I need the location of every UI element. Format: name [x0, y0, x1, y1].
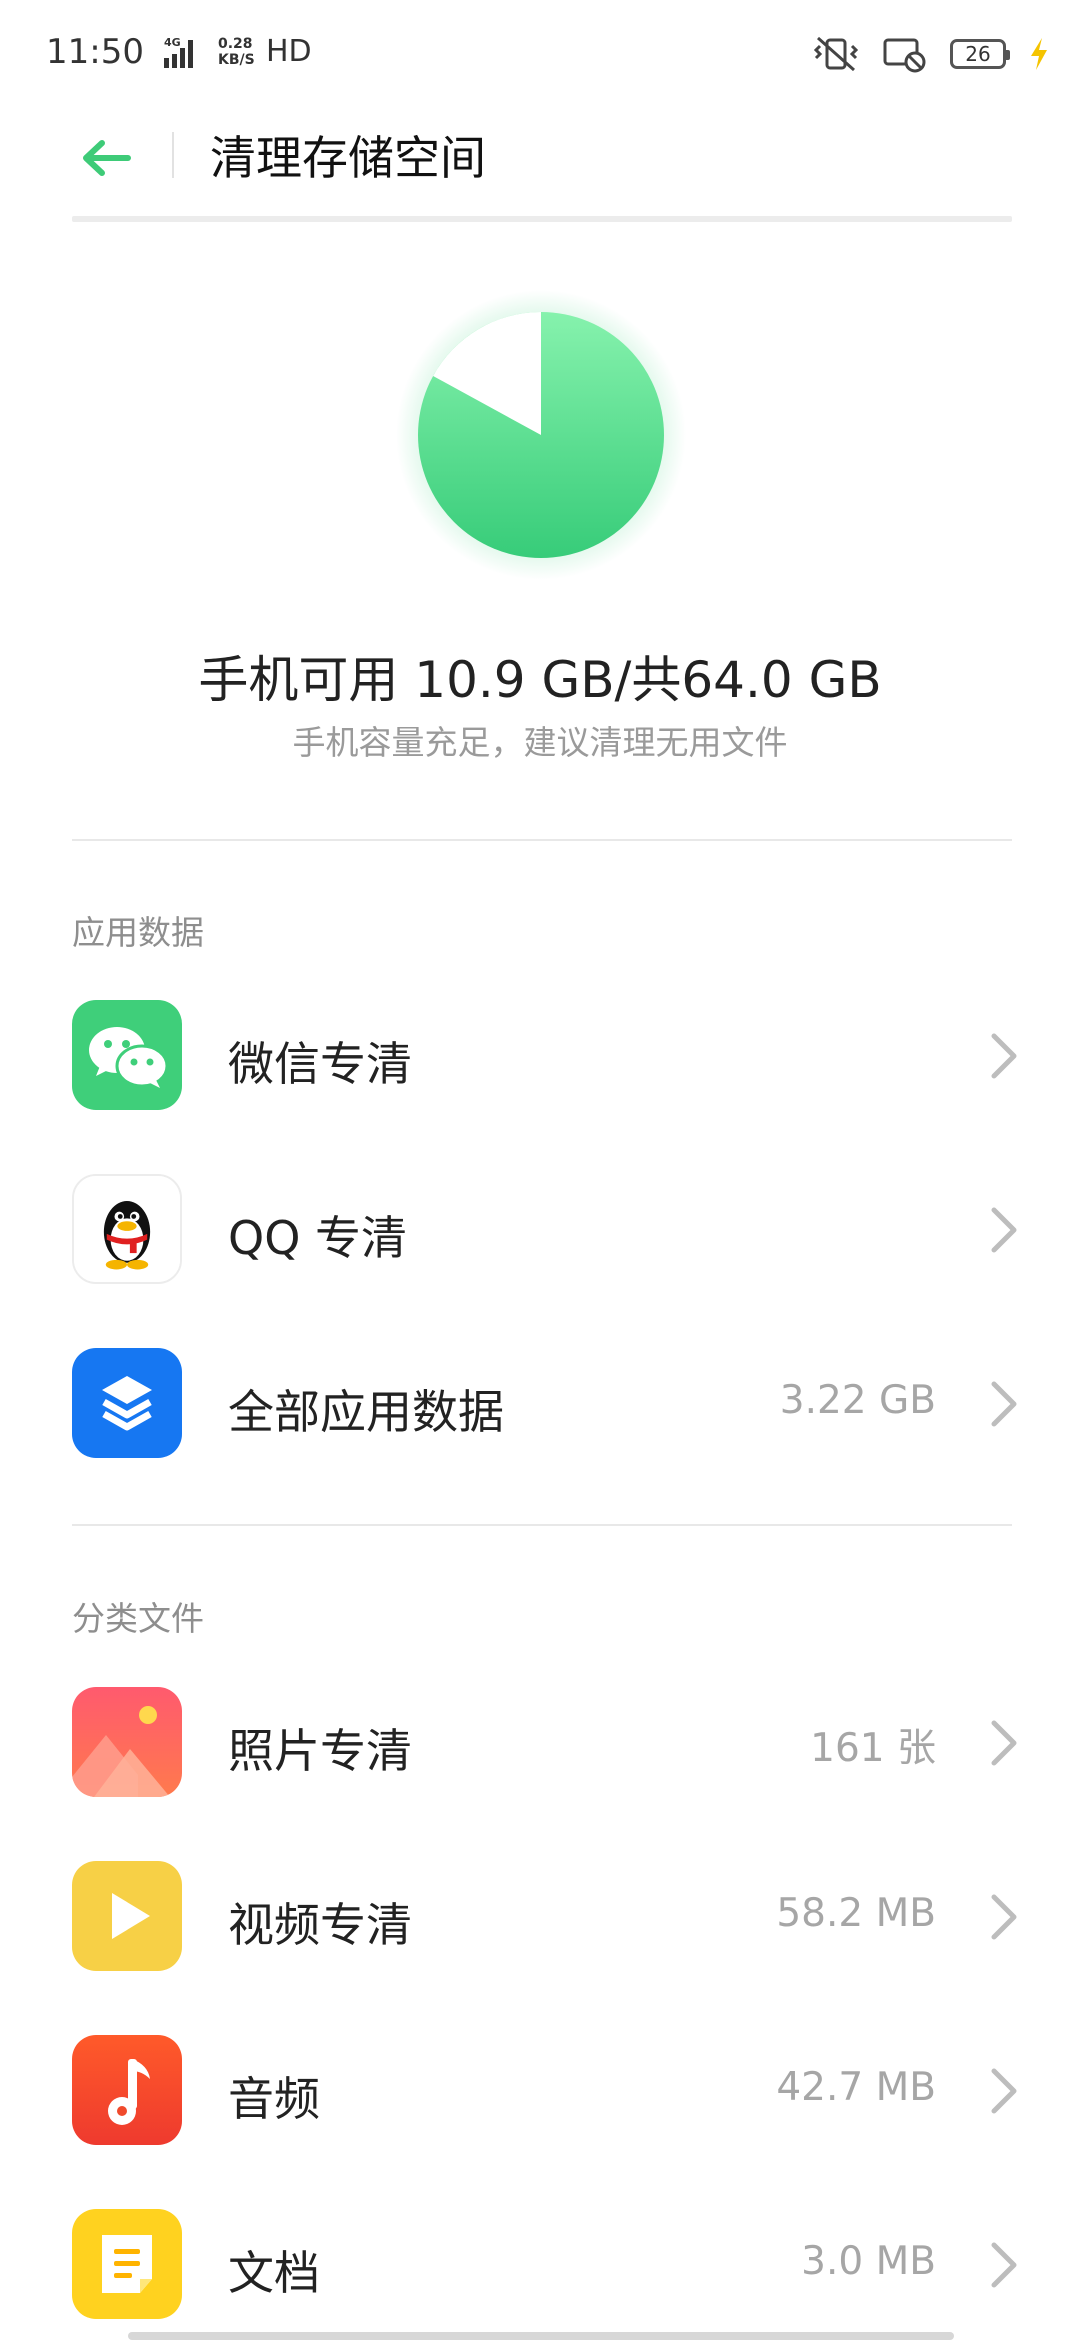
list-item-label: 视频专清 [228, 1898, 412, 1952]
list-item-label: 微信专清 [228, 1037, 412, 1091]
status-bar: 11:50 4G 0.28 KB/S HD 26 [0, 0, 1080, 108]
list-item-audio[interactable]: 音频 42.7 MB [0, 2015, 1080, 2165]
list-item-value: 161 张 [810, 1726, 936, 1771]
photos-icon [72, 1687, 182, 1797]
wechat-icon [72, 1000, 182, 1110]
list-item-label: 文档 [228, 2246, 320, 2300]
list-item-all-app-data[interactable]: 全部应用数据 3.22 GB [0, 1328, 1080, 1478]
section-divider [72, 1524, 1012, 1526]
section-divider [72, 839, 1012, 841]
qq-icon [72, 1174, 182, 1284]
gesture-bar [128, 2332, 954, 2340]
audio-icon [72, 2035, 182, 2145]
list-item-wechat[interactable]: 微信专清 [0, 980, 1080, 1130]
storage-summary: 手机可用 10.9 GB/共64.0 GB [198, 651, 882, 709]
battery-icon: 26 [950, 39, 1010, 69]
status-icons: 26 [812, 32, 1050, 76]
list-item-label: 照片专清 [228, 1724, 412, 1778]
hd-label: HD [266, 34, 312, 69]
list-item-label: 全部应用数据 [228, 1385, 504, 1439]
chevron-right-icon [991, 2242, 1017, 2288]
app-data-icon [72, 1348, 182, 1458]
chevron-right-icon [991, 2068, 1017, 2114]
no-cast-icon [883, 38, 926, 73]
battery-level: 26 [965, 42, 991, 66]
list-item-qq[interactable]: QQ 专清 [0, 1154, 1080, 1304]
network-speed-unit: KB/S [218, 52, 255, 68]
video-icon [72, 1861, 182, 1971]
chevron-right-icon [991, 1207, 1017, 1253]
header-underline [72, 216, 1012, 222]
chevron-right-icon [991, 1381, 1017, 1427]
app-header: 清理存储空间 [0, 108, 1080, 218]
chevron-right-icon [991, 1033, 1017, 1079]
storage-pie-svg [396, 290, 686, 580]
list-item-label: 音频 [228, 2072, 320, 2126]
storage-pie-chart [396, 290, 686, 580]
list-item-label: QQ 专清 [228, 1211, 408, 1265]
list-item-value: 58.2 MB [776, 1891, 936, 1936]
list-item-value: 3.0 MB [801, 2239, 936, 2284]
storage-hint: 手机容量充足，建议清理无用文件 [292, 723, 788, 762]
status-time: 11:50 [46, 32, 144, 72]
list-item-documents[interactable]: 文档 3.0 MB [0, 2189, 1080, 2339]
charging-icon [1031, 38, 1047, 70]
back-button[interactable] [76, 128, 136, 188]
signal-icon: 4G [164, 36, 193, 68]
vibrate-icon [813, 36, 859, 72]
list-item-videos[interactable]: 视频专清 58.2 MB [0, 1841, 1080, 1991]
section-title-app-data: 应用数据 [72, 913, 204, 952]
list-item-value: 3.22 GB [779, 1378, 936, 1423]
back-arrow-icon [83, 140, 131, 176]
document-icon [72, 2209, 182, 2319]
network-speed: 0.28 KB/S [218, 36, 272, 68]
list-item-value: 42.7 MB [776, 2065, 936, 2110]
chevron-right-icon [991, 1720, 1017, 1766]
section-title-categories: 分类文件 [72, 1599, 204, 1638]
page-title: 清理存储空间 [210, 131, 486, 185]
header-divider [172, 132, 174, 178]
network-type-label: 4G [164, 36, 181, 49]
chevron-right-icon [991, 1894, 1017, 1940]
network-speed-value: 0.28 [218, 36, 253, 52]
list-item-photos[interactable]: 照片专清 161 张 [0, 1667, 1080, 1817]
